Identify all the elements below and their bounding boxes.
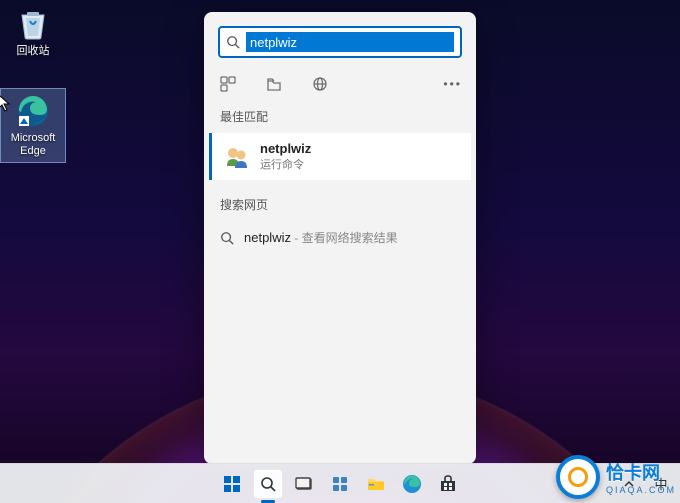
taskbar-store[interactable] <box>433 469 463 499</box>
result-title: netplwiz <box>260 141 311 156</box>
search-panel: ••• 最佳匹配 netplwiz 运行命令 搜索网页 <box>204 12 476 464</box>
mouse-cursor <box>0 94 12 112</box>
search-icon <box>226 35 240 49</box>
ime-indicator: 中 <box>654 474 667 493</box>
widgets-button[interactable] <box>325 469 355 499</box>
file-explorer-icon <box>366 474 386 494</box>
edge-icon <box>402 474 422 494</box>
desktop[interactable]: 回收站 Microsoft Edge <box>0 0 680 503</box>
desktop-icon-label: 回收站 <box>17 45 50 58</box>
start-button[interactable] <box>217 469 247 499</box>
taskbar: 中 <box>0 463 680 503</box>
web-result-title: netplwiz <box>244 230 291 245</box>
web-result-suffix: - 查看网络搜索结果 <box>291 231 398 245</box>
filter-apps-icon[interactable] <box>218 74 238 94</box>
recycle-bin-icon <box>15 6 51 42</box>
section-best-match: 最佳匹配 <box>204 102 476 133</box>
search-result-best[interactable]: netplwiz 运行命令 <box>209 133 471 180</box>
taskbar-search-button[interactable] <box>253 469 283 499</box>
widgets-icon <box>331 475 349 493</box>
result-subtitle: 运行命令 <box>260 156 311 172</box>
windows-logo-icon <box>222 474 242 494</box>
taskbar-edge[interactable] <box>397 469 427 499</box>
search-filters: ••• <box>204 64 476 102</box>
search-input[interactable] <box>246 32 454 52</box>
section-web: 搜索网页 <box>204 180 476 221</box>
store-icon <box>438 474 458 494</box>
taskbar-explorer[interactable] <box>361 469 391 499</box>
search-icon <box>259 475 277 493</box>
desktop-icon-label: Microsoft Edge <box>11 132 56 158</box>
edge-icon <box>15 93 51 129</box>
search-icon <box>220 231 234 245</box>
task-view-icon <box>295 475 313 493</box>
task-view-button[interactable] <box>289 469 319 499</box>
filter-web-icon[interactable] <box>310 74 330 94</box>
netplwiz-icon <box>224 144 250 170</box>
search-box[interactable] <box>218 26 462 58</box>
search-result-web[interactable]: netplwiz - 查看网络搜索结果 <box>204 221 476 255</box>
filter-documents-icon[interactable] <box>264 74 284 94</box>
chevron-up-icon <box>623 478 635 490</box>
filter-more-icon[interactable]: ••• <box>443 77 462 91</box>
tray-chevron-up[interactable] <box>618 473 640 495</box>
desktop-icon-recycle-bin[interactable]: 回收站 <box>0 2 66 62</box>
tray-ime[interactable]: 中 <box>650 473 672 495</box>
